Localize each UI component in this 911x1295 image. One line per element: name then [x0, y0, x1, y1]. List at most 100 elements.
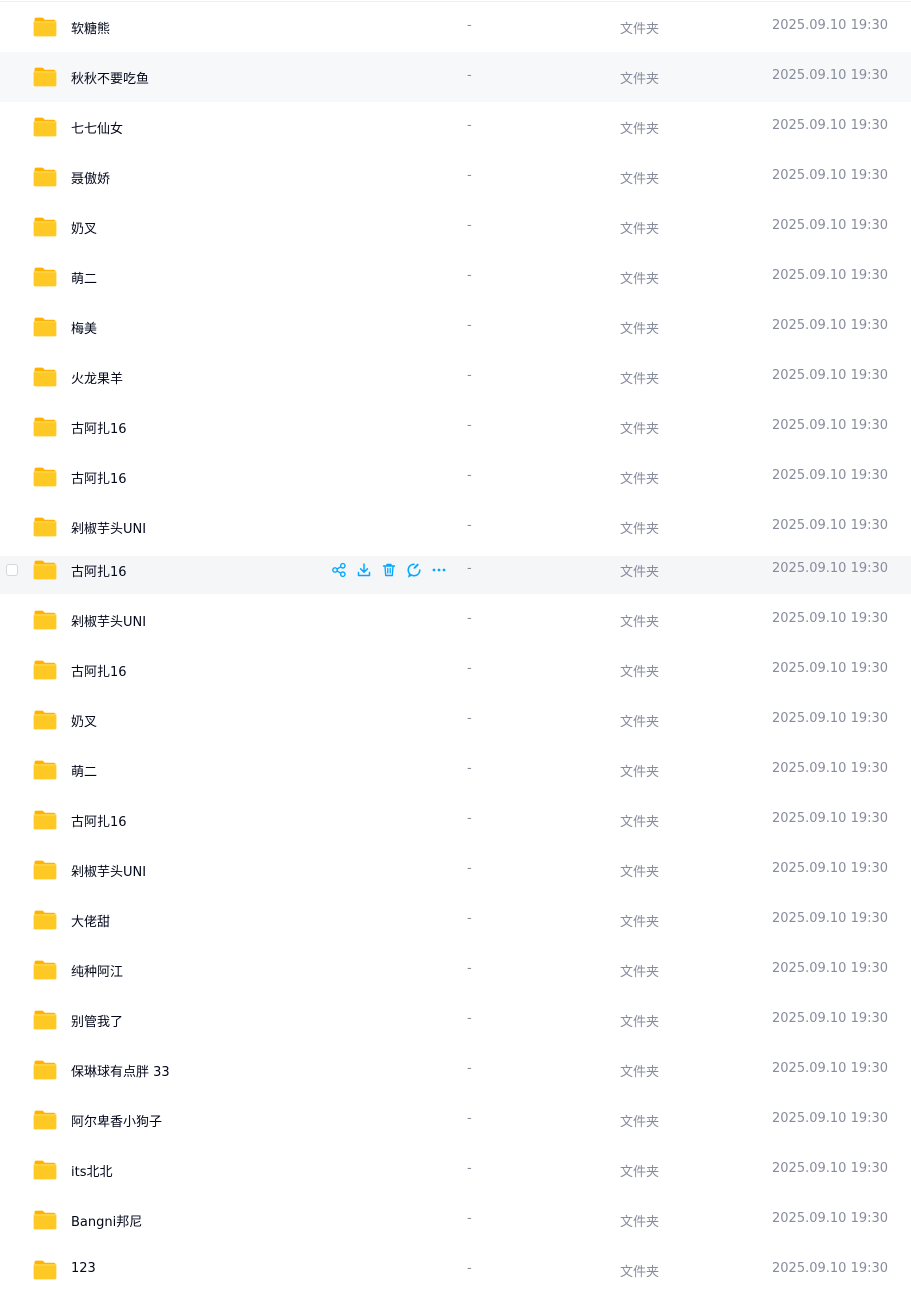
file-size: -	[467, 911, 472, 926]
file-row[interactable]: 古阿扎16 - 文件夹 2025.09.10 19:30	[0, 556, 911, 594]
file-name[interactable]: 秋秋不要吃鱼	[71, 68, 149, 87]
more-icon[interactable]	[431, 562, 447, 578]
row-actions	[331, 562, 447, 578]
file-size: -	[467, 218, 472, 233]
file-name[interactable]: 剁椒芋头UNI	[71, 861, 146, 880]
file-type: 文件夹	[620, 565, 660, 580]
file-modified-date: 2025.09.10 19:30	[772, 1211, 889, 1226]
file-size: -	[467, 711, 472, 726]
file-modified-date: 2025.09.10 19:30	[772, 761, 889, 776]
file-row[interactable]: 奶叉 - 文件夹 2025.09.10 19:30	[0, 202, 911, 252]
row-checkbox[interactable]	[6, 564, 18, 576]
file-name[interactable]: 纯种阿江	[71, 961, 123, 980]
file-row[interactable]: 七七仙女 - 文件夹 2025.09.10 19:30	[0, 102, 911, 152]
file-row[interactable]: 软糖熊 - 文件夹 2025.09.10 19:30	[0, 2, 911, 52]
trash-icon[interactable]	[381, 562, 397, 578]
file-row[interactable]: 古阿扎16 - 文件夹 2025.09.10 19:30	[0, 452, 911, 502]
file-size: -	[467, 418, 472, 433]
file-size: -	[467, 168, 472, 183]
file-name[interactable]: 梅美	[71, 318, 97, 337]
file-name[interactable]: 古阿扎16	[71, 561, 127, 580]
file-modified-date: 2025.09.10 19:30	[772, 318, 889, 333]
file-name[interactable]: 萌二	[71, 761, 97, 780]
download-icon[interactable]	[356, 562, 372, 578]
file-name[interactable]: 古阿扎16	[71, 468, 127, 487]
file-row[interactable]: 别管我了 - 文件夹 2025.09.10 19:30	[0, 995, 911, 1045]
file-modified-date: 2025.09.10 19:30	[772, 961, 889, 976]
file-name[interactable]: 别管我了	[71, 1011, 123, 1030]
file-modified-date: 2025.09.10 19:30	[772, 1011, 889, 1026]
file-name[interactable]: 七七仙女	[71, 118, 123, 137]
folder-icon	[33, 117, 57, 137]
file-row[interactable]: 纯种阿江 - 文件夹 2025.09.10 19:30	[0, 945, 911, 995]
file-size: -	[467, 268, 472, 283]
file-name[interactable]: its北北	[71, 1161, 112, 1180]
file-name[interactable]: 奶叉	[71, 218, 97, 237]
file-row[interactable]: 阿尔卑香小狗子 - 文件夹 2025.09.10 19:30	[0, 1095, 911, 1145]
file-row[interactable]: 剁椒芋头UNI - 文件夹 2025.09.10 19:30	[0, 595, 911, 645]
file-name[interactable]: 古阿扎16	[71, 418, 127, 437]
file-name[interactable]: 大佬甜	[71, 911, 110, 930]
file-name[interactable]: 古阿扎16	[71, 661, 127, 680]
folder-icon	[33, 660, 57, 680]
file-row[interactable]: 萌二 - 文件夹 2025.09.10 19:30	[0, 745, 911, 795]
file-row[interactable]: 梅美 - 文件夹 2025.09.10 19:30	[0, 302, 911, 352]
file-size: -	[467, 118, 472, 133]
file-size: -	[467, 1211, 472, 1226]
folder-icon	[33, 960, 57, 980]
file-size: -	[467, 1261, 472, 1276]
file-modified-date: 2025.09.10 19:30	[772, 711, 889, 726]
file-type: 文件夹	[620, 915, 660, 930]
file-modified-date: 2025.09.10 19:30	[772, 811, 889, 826]
folder-icon	[33, 167, 57, 187]
file-row[interactable]: 萌二 - 文件夹 2025.09.10 19:30	[0, 252, 911, 302]
file-name[interactable]: 保琳球有点胖 33	[71, 1061, 170, 1080]
file-name[interactable]: 阿尔卑香小狗子	[71, 1111, 162, 1130]
file-type: 文件夹	[620, 1015, 660, 1030]
file-row[interactable]: 123 - 文件夹 2025.09.10 19:30	[0, 1245, 911, 1295]
file-row[interactable]: 古阿扎16 - 文件夹 2025.09.10 19:30	[0, 402, 911, 452]
rename-icon[interactable]	[406, 562, 422, 578]
file-name[interactable]: 剁椒芋头UNI	[71, 611, 146, 630]
file-size: -	[467, 861, 472, 876]
file-type: 文件夹	[620, 765, 660, 780]
file-type: 文件夹	[620, 422, 660, 437]
file-row[interactable]: 剁椒芋头UNI - 文件夹 2025.09.10 19:30	[0, 845, 911, 895]
file-row[interactable]: 剁椒芋头UNI - 文件夹 2025.09.10 19:30	[0, 502, 911, 552]
file-type: 文件夹	[620, 522, 660, 537]
file-row[interactable]: Bangni邦尼 - 文件夹 2025.09.10 19:30	[0, 1195, 911, 1245]
file-row[interactable]: 聂傲娇 - 文件夹 2025.09.10 19:30	[0, 152, 911, 202]
share-icon[interactable]	[331, 562, 347, 578]
file-type: 文件夹	[620, 72, 660, 87]
folder-icon	[33, 417, 57, 437]
file-size: -	[467, 68, 472, 83]
file-row[interactable]: 古阿扎16 - 文件夹 2025.09.10 19:30	[0, 645, 911, 695]
file-name[interactable]: 剁椒芋头UNI	[71, 518, 146, 537]
folder-icon	[33, 17, 57, 37]
folder-icon	[33, 810, 57, 830]
file-type: 文件夹	[620, 865, 660, 880]
file-list: 软糖熊 - 文件夹 2025.09.10 19:30 秋秋不要吃鱼 - 文件夹 2025.09…	[0, 0, 911, 1293]
file-row[interactable]: its北北 - 文件夹 2025.09.10 19:30	[0, 1145, 911, 1195]
file-name[interactable]: 火龙果羊	[71, 368, 123, 387]
file-size: -	[467, 1061, 472, 1076]
file-name[interactable]: 123	[71, 1261, 96, 1276]
file-name[interactable]: 软糖熊	[71, 18, 110, 37]
file-row[interactable]: 火龙果羊 - 文件夹 2025.09.10 19:30	[0, 352, 911, 402]
file-row[interactable]: 大佬甜 - 文件夹 2025.09.10 19:30	[0, 895, 911, 945]
folder-icon	[33, 467, 57, 487]
file-name[interactable]: 奶叉	[71, 711, 97, 730]
file-row[interactable]: 古阿扎16 - 文件夹 2025.09.10 19:30	[0, 795, 911, 845]
file-row[interactable]: 保琳球有点胖 33 - 文件夹 2025.09.10 19:30	[0, 1045, 911, 1095]
file-name[interactable]: 古阿扎16	[71, 811, 127, 830]
file-row[interactable]: 奶叉 - 文件夹 2025.09.10 19:30	[0, 695, 911, 745]
file-modified-date: 2025.09.10 19:30	[772, 118, 889, 133]
file-name[interactable]: 萌二	[71, 268, 97, 287]
folder-icon	[33, 910, 57, 930]
file-modified-date: 2025.09.10 19:30	[772, 468, 889, 483]
file-name[interactable]: 聂傲娇	[71, 168, 110, 187]
file-row[interactable]: 秋秋不要吃鱼 - 文件夹 2025.09.10 19:30	[0, 52, 911, 102]
file-size: -	[467, 518, 472, 533]
file-name[interactable]: Bangni邦尼	[71, 1211, 142, 1230]
folder-icon	[33, 67, 57, 87]
